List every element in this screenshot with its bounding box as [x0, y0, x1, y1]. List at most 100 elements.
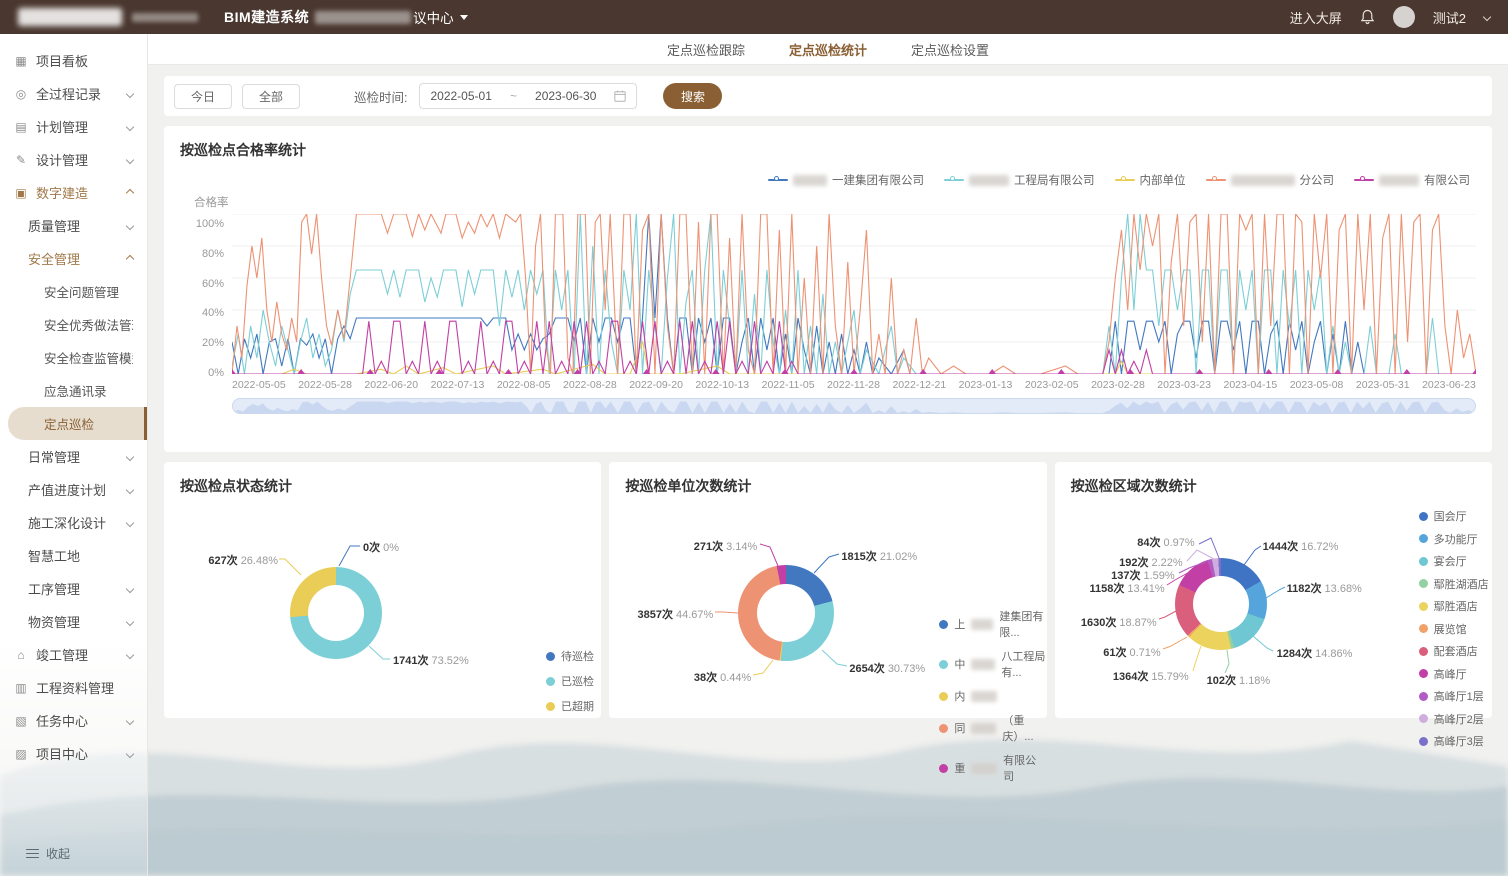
pie-label: 38次0.44%: [641, 669, 751, 685]
legend-line-marker-icon: [944, 176, 964, 184]
date-range-input[interactable]: 2022-05-01 ~ 2023-06-30: [419, 83, 637, 109]
sidebar-item-11[interactable]: 定点巡检: [8, 407, 147, 440]
pie-legend-item-2[interactable]: 已超期: [546, 698, 594, 714]
line-legend-item-2[interactable]: 内部单位: [1115, 172, 1186, 188]
pie-legend-item-4[interactable]: 重有限公司: [939, 752, 1046, 784]
date-separator: ~: [510, 89, 517, 103]
sidebar-item-20[interactable]: ▧任务中心: [0, 704, 147, 737]
pie-legend-item-4[interactable]: 鄢胜酒店: [1419, 598, 1489, 614]
x-tick-label: 2022-11-05: [762, 379, 815, 391]
chevron-down-icon: [126, 518, 134, 526]
pie-legend-item-0[interactable]: 上建集团有限...: [939, 608, 1046, 640]
pie-legend-item-3[interactable]: 同（重庆）...: [939, 712, 1046, 744]
sidebar-item-label: 安全管理: [28, 249, 127, 268]
x-tick-label: 2022-08-28: [563, 379, 617, 391]
sidebar-item-4[interactable]: ▣数字建造: [0, 176, 147, 209]
unit-donut-chart[interactable]: [738, 565, 834, 661]
status-donut-chart[interactable]: [290, 567, 382, 659]
pie-label: 84次0.97%: [1091, 534, 1195, 550]
line-legend-item-3[interactable]: 分公司: [1206, 172, 1335, 188]
x-tick-label: 2022-07-13: [431, 379, 485, 391]
line-legend-item-0[interactable]: 一建集团有限公司: [768, 172, 924, 188]
pass-rate-chart-card: 按巡检点合格率统计 一建集团有限公司工程局有限公司内部单位分公司有限公司 合格率…: [164, 126, 1492, 452]
company-logo: [18, 8, 122, 26]
sidebar-item-12[interactable]: 日常管理: [0, 440, 147, 473]
user-avatar[interactable]: [1393, 6, 1415, 28]
project-icon: ▨: [14, 747, 28, 761]
pie-legend-item-0[interactable]: 国会厅: [1419, 508, 1489, 524]
x-tick-label: 2022-05-05: [232, 379, 286, 391]
pie-legend-item-5[interactable]: 展览馆: [1419, 621, 1489, 637]
tasks-icon: ▧: [14, 714, 28, 728]
enter-big-screen-button[interactable]: 进入大屏: [1290, 8, 1342, 27]
legend-label: （重庆）...: [1002, 712, 1046, 744]
sidebar-nav: ▦项目看板◎全过程记录▤计划管理✎设计管理▣数字建造质量管理安全管理安全问题管理…: [0, 34, 148, 876]
plan-icon: ▤: [14, 120, 28, 134]
line-legend-item-1[interactable]: 工程局有限公司: [944, 172, 1095, 188]
pie-label: 1158次13.41%: [1059, 580, 1165, 596]
sidebar-item-14[interactable]: 施工深化设计: [0, 506, 147, 539]
sidebar-item-5[interactable]: 质量管理: [0, 209, 147, 242]
pie-legend-item-7[interactable]: 高峰厅: [1419, 666, 1489, 682]
legend-dot-icon: [1419, 647, 1428, 656]
complete-icon: ⌂: [14, 648, 28, 662]
pie-legend-item-10[interactable]: 高峰厅3层: [1419, 733, 1489, 749]
legend-label: 宴会厅: [1434, 553, 1467, 569]
line-legend-item-4[interactable]: 有限公司: [1354, 172, 1470, 188]
sidebar-item-15[interactable]: 智慧工地: [0, 539, 147, 572]
pie-legend-item-6[interactable]: 配套酒店: [1419, 643, 1489, 659]
sidebar-item-0[interactable]: ▦项目看板: [0, 44, 147, 77]
pie-legend-item-0[interactable]: 待巡检: [546, 648, 594, 664]
pie-legend-item-3[interactable]: 鄢胜湖酒店: [1419, 576, 1489, 592]
date-end-value[interactable]: 2023-06-30: [535, 89, 596, 103]
sidebar-item-label: 设计管理: [36, 150, 127, 169]
x-tick-label: 2023-02-28: [1091, 379, 1145, 391]
pie-legend-item-2[interactable]: 内: [939, 688, 1046, 704]
sidebar-item-16[interactable]: 工序管理: [0, 572, 147, 605]
all-filter-button[interactable]: 全部: [242, 84, 300, 109]
sidebar-item-10[interactable]: 应急通讯录: [0, 374, 147, 407]
tab-2[interactable]: 定点巡检设置: [911, 40, 989, 59]
pie-legend-item-1[interactable]: 多功能厅: [1419, 531, 1489, 547]
project-dropdown-caret-icon[interactable]: [460, 15, 468, 20]
legend-label: 分公司: [1300, 172, 1335, 188]
sidebar-item-21[interactable]: ▨项目中心: [0, 737, 147, 770]
sidebar-collapse-button[interactable]: 收起: [26, 845, 70, 862]
pie-legend-item-1[interactable]: 已巡检: [546, 673, 594, 689]
sidebar-item-1[interactable]: ◎全过程记录: [0, 77, 147, 110]
sidebar-item-7[interactable]: 安全问题管理: [0, 275, 147, 308]
pie-legend-item-8[interactable]: 高峰厅1层: [1419, 688, 1489, 704]
pie-legend-item-2[interactable]: 宴会厅: [1419, 553, 1489, 569]
unit-pie-legend: 上建集团有限... 中八工程局有... 内同（重庆）... 重有限公司: [939, 608, 1046, 784]
x-tick-label: 2022-12-21: [892, 379, 946, 391]
sidebar-item-9[interactable]: 安全检查监管模型: [0, 341, 147, 374]
sidebar-item-6[interactable]: 安全管理: [0, 242, 147, 275]
date-start-value[interactable]: 2022-05-01: [430, 89, 491, 103]
sidebar-item-label: 日常管理: [28, 447, 127, 466]
pie-label: 1364次15.79%: [1077, 668, 1189, 684]
user-menu-chevron-icon[interactable]: [1483, 13, 1491, 21]
today-filter-button[interactable]: 今日: [174, 84, 232, 109]
pie-legend-item-1[interactable]: 中八工程局有...: [939, 648, 1046, 680]
project-name-redacted: [315, 11, 411, 24]
datazoom-slider[interactable]: [232, 398, 1476, 414]
redacted-text: [971, 659, 995, 670]
sidebar-item-3[interactable]: ✎设计管理: [0, 143, 147, 176]
sidebar-item-19[interactable]: ▥工程资料管理: [0, 671, 147, 704]
sidebar-item-18[interactable]: ⌂竣工管理: [0, 638, 147, 671]
tab-0[interactable]: 定点巡检跟踪: [667, 40, 745, 59]
pie-label: 61次0.71%: [1057, 644, 1161, 660]
zone-pie-legend: 国会厅多功能厅宴会厅鄢胜湖酒店鄢胜酒店展览馆配套酒店高峰厅高峰厅1层高峰厅2层高…: [1419, 508, 1489, 749]
pie-legend-item-9[interactable]: 高峰厅2层: [1419, 711, 1489, 727]
sidebar-item-13[interactable]: 产值进度计划: [0, 473, 147, 506]
sidebar-item-2[interactable]: ▤计划管理: [0, 110, 147, 143]
sidebar-item-17[interactable]: 物资管理: [0, 605, 147, 638]
legend-label: 一建集团有限公司: [832, 172, 924, 188]
user-name[interactable]: 测试2: [1433, 8, 1466, 27]
tab-1[interactable]: 定点巡检统计: [789, 40, 867, 59]
legend-dot-icon: [1419, 692, 1428, 701]
sidebar-item-8[interactable]: 安全优秀做法管理: [0, 308, 147, 341]
search-button[interactable]: 搜索: [663, 83, 722, 109]
notification-bell-icon[interactable]: [1360, 9, 1375, 25]
zone-donut-chart[interactable]: [1175, 558, 1267, 650]
